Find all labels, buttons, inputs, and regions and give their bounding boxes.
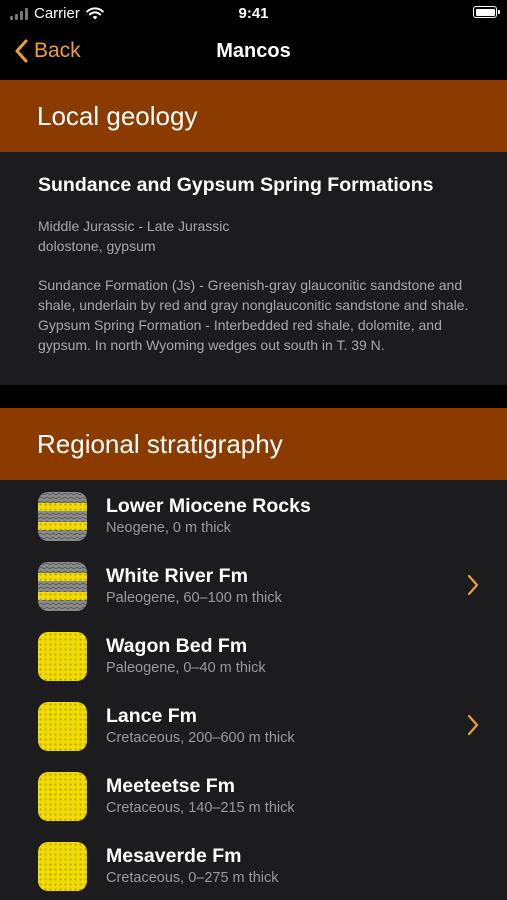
formation-detail: Cretaceous, 200–600 m thick — [106, 730, 295, 746]
local-geology-card: Sundance and Gypsum Spring Formations Mi… — [0, 152, 507, 385]
formation-detail: Paleogene, 60–100 m thick — [106, 590, 282, 606]
formation-name: Meeteetse Fm — [106, 775, 235, 797]
formation-name: Wagon Bed Fm — [106, 635, 248, 657]
lithology-swatch-icon — [38, 632, 87, 681]
status-bar: Carrier 9:41 — [0, 0, 507, 26]
battery-icon — [473, 6, 500, 18]
formation-detail: Cretaceous, 0–275 m thick — [106, 870, 279, 886]
formation-name: White River Fm — [106, 565, 248, 587]
stratigraphy-row[interactable]: Lance Fm Cretaceous, 200–600 m thick — [0, 690, 507, 760]
lithology-swatch-icon — [38, 492, 87, 541]
lithology-swatch-icon — [38, 562, 87, 611]
section-title: Regional stratigraphy — [37, 428, 283, 459]
formation-detail: Cretaceous, 140–215 m thick — [106, 800, 295, 816]
formation-detail: Paleogene, 0–40 m thick — [106, 660, 266, 676]
page-title: Mancos — [216, 40, 291, 62]
formation-detail: Neogene, 0 m thick — [106, 520, 231, 536]
stratigraphy-row[interactable]: Mesaverde Fm Cretaceous, 0–275 m thick — [0, 830, 507, 900]
section-header-regional-stratigraphy: Regional stratigraphy — [0, 408, 507, 480]
formation-title: Sundance and Gypsum Spring Formations — [38, 174, 434, 196]
section-title: Local geology — [37, 100, 198, 131]
status-time: 9:41 — [238, 5, 269, 22]
chevron-right-icon[interactable] — [467, 714, 479, 736]
stratigraphy-row[interactable]: Wagon Bed Fm Paleogene, 0–40 m thick — [0, 620, 507, 690]
stratigraphy-row[interactable]: Meeteetse Fm Cretaceous, 140–215 m thick — [0, 760, 507, 830]
section-header-local-geology: Local geology — [0, 80, 507, 152]
navigation-bar: Back Mancos — [0, 26, 507, 78]
stratigraphy-row[interactable]: White River Fm Paleogene, 60–100 m thick — [0, 550, 507, 620]
stratigraphy-row[interactable]: Lower Miocene Rocks Neogene, 0 m thick — [0, 480, 507, 550]
lithology-swatch-icon — [38, 842, 87, 891]
formation-name: Lower Miocene Rocks — [106, 495, 311, 517]
lithology-swatch-icon — [38, 772, 87, 821]
formation-name: Lance Fm — [106, 705, 198, 727]
formation-lithology: dolostone, gypsum — [38, 238, 156, 254]
stratigraphy-list: Lower Miocene Rocks Neogene, 0 m thick Whi… — [0, 480, 507, 900]
formation-description: Sundance Formation (Js) - Greenish-gray … — [38, 277, 469, 353]
formation-name: Mesaverde Fm — [106, 845, 242, 867]
formation-age: Middle Jurassic - Late Jurassic — [38, 218, 230, 234]
chevron-right-icon[interactable] — [467, 574, 479, 596]
lithology-swatch-icon — [38, 702, 87, 751]
